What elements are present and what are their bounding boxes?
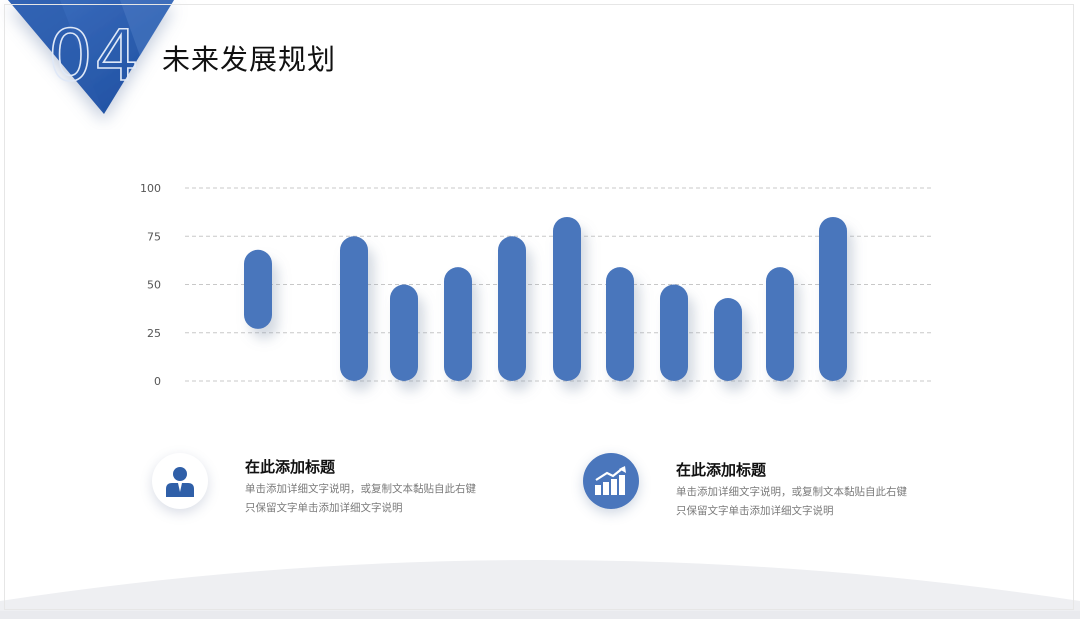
- chart-bar-6: [498, 236, 526, 381]
- chart-bar-9: [660, 284, 688, 381]
- user-icon-badge: [152, 453, 208, 509]
- y-tick-label: 75: [147, 230, 161, 243]
- chart-bar-11: [766, 267, 794, 381]
- info-description-1-line-2: 只保留文字单击添加详细文字说明: [245, 502, 403, 514]
- info-title-2: 在此添加标题: [676, 461, 767, 479]
- chart-bars: [244, 216, 847, 381]
- info-title-1: 在此添加标题: [245, 458, 336, 476]
- bar-chart-growth-icon: [595, 466, 626, 495]
- y-tick-label: 100: [140, 182, 161, 195]
- chart-bar-10: [714, 298, 742, 381]
- chart-bar-12: [819, 216, 847, 381]
- chart-bar-8: [606, 267, 634, 381]
- chart-bar-5: [444, 267, 472, 381]
- bottom-bar: [0, 611, 1080, 619]
- y-axis: 0 25 50 75 100: [140, 182, 161, 388]
- y-tick-label: 25: [147, 327, 161, 340]
- user-icon: [166, 467, 194, 497]
- bar-chart-growth-icon-badge: [583, 453, 639, 509]
- info-description-2: 单击添加详细文字说明，或复制文本黏贴自此右键 只保留文字单击添加详细文字说明: [676, 483, 936, 521]
- y-tick-label: 0: [154, 375, 161, 388]
- info-description-2-line-1: 单击添加详细文字说明，或复制文本黏贴自此右键: [676, 486, 907, 498]
- y-tick-label: 50: [147, 279, 161, 292]
- chart-bar-4: [390, 284, 418, 381]
- chart-bar-1: [244, 249, 272, 329]
- info-description-2-line-2: 只保留文字单击添加详细文字说明: [676, 505, 834, 517]
- chart-bar-3: [340, 236, 368, 381]
- info-description-1: 单击添加详细文字说明，或复制文本黏贴自此右键 只保留文字单击添加详细文字说明: [245, 480, 505, 518]
- bar-chart: 0 25 50 75 100: [140, 182, 933, 388]
- bottom-wave-decoration: [0, 560, 1080, 619]
- slide: 04 未来发展规划 0 25 50 75 100 在此添加标题 单击添加详细文字说明，或…: [0, 0, 1080, 619]
- chart-bar-7: [553, 216, 581, 381]
- info-description-1-line-1: 单击添加详细文字说明，或复制文本黏贴自此右键: [245, 483, 476, 495]
